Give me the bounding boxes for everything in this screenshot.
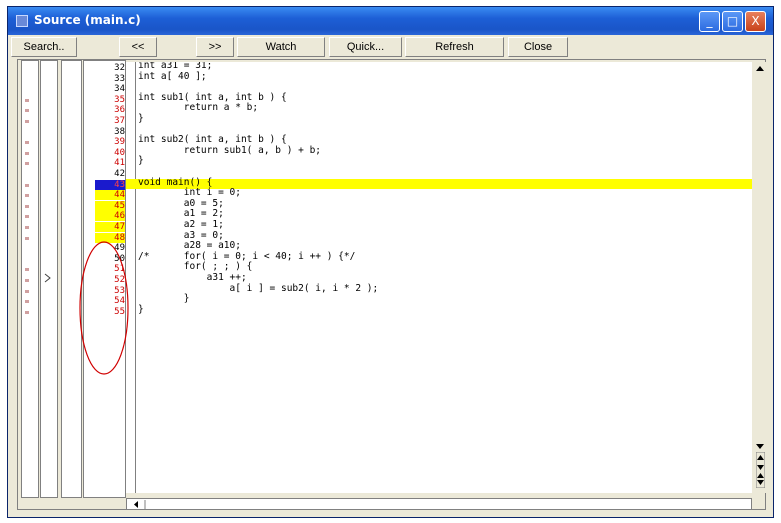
line-marker-icon: [25, 162, 29, 166]
line-marker-icon: [25, 279, 29, 282]
line-number: 47: [95, 222, 125, 232]
line-marker-icon: [25, 194, 29, 198]
line-number: 32: [114, 63, 125, 73]
event-marker-column[interactable]: [21, 60, 39, 498]
line-marker-icon: [25, 204, 29, 208]
line-marker-icon: [25, 226, 29, 229]
source-line[interactable]: int a[ 40 ];: [126, 70, 752, 83]
scroll-left-icon[interactable]: [131, 500, 147, 509]
line-number: 45: [95, 200, 125, 211]
close-window-button[interactable]: X: [745, 11, 766, 32]
refresh-button[interactable]: Refresh: [405, 37, 504, 57]
source-line[interactable]: }: [126, 293, 752, 305]
source-window: Source (main.c) _ □ X Search.. << >> Wat…: [7, 6, 774, 518]
line-number: 33: [114, 73, 125, 84]
line-number: 44: [95, 190, 125, 201]
line-marker-icon: [25, 151, 29, 155]
line-marker-icon: [25, 120, 29, 123]
window-icon: [16, 15, 28, 27]
title-bar[interactable]: Source (main.c) _ □ X: [8, 7, 773, 35]
scroll-up-icon[interactable]: [755, 65, 765, 73]
code-pane[interactable]: int a31 = 31; int a[ 40 ]; int sub1( int a…: [126, 62, 752, 493]
source-line[interactable]: a[ i ] = sub2( i, i * 2 );: [126, 283, 752, 295]
line-marker-icon: [25, 236, 29, 240]
callout-ellipse: [79, 241, 129, 375]
prev-button[interactable]: <<: [119, 37, 157, 57]
quick-button[interactable]: Quick...: [329, 37, 402, 57]
line-number: 37: [114, 116, 125, 126]
source-line[interactable]: }: [126, 113, 752, 125]
line-marker-icon: [25, 300, 29, 304]
toolbar: Search.. << >> Watch Quick... Refresh Cl…: [11, 37, 771, 59]
line-marker-icon: [25, 268, 29, 272]
source-line-code: int a[ 40 ];: [138, 70, 207, 82]
line-number: 39: [114, 137, 125, 148]
next-button[interactable]: >>: [196, 37, 234, 57]
source-line[interactable]: int a31 = 31;: [126, 62, 752, 72]
line-marker-icon: [25, 215, 29, 219]
window-title: Source (main.c): [34, 13, 141, 27]
line-marker-icon: [25, 310, 29, 314]
horizontal-scrollbar[interactable]: [126, 498, 752, 510]
line-marker-icon: [25, 109, 29, 113]
line-marker-icon: [25, 183, 29, 187]
source-line-code: }: [138, 293, 190, 305]
source-line[interactable]: }: [126, 303, 752, 316]
vertical-scrollbar[interactable]: [753, 62, 767, 493]
line-marker-icon: [25, 141, 29, 145]
source-line-code: return a * b;: [138, 102, 259, 114]
line-number: 46: [95, 211, 125, 222]
maximize-button[interactable]: □: [722, 11, 743, 32]
source-line-code: }: [138, 155, 144, 167]
source-line[interactable]: [126, 168, 752, 178]
line-number: 40: [114, 147, 125, 158]
source-line-code: }: [138, 113, 144, 124]
line-number: 35: [114, 94, 125, 105]
source-view: 32 33 34 35 36 37 38 39 40 41 42 43 44 45 46 47 48 49 50 51…: [17, 59, 767, 510]
source-line-code: }: [138, 303, 144, 315]
search-button[interactable]: Search..: [11, 37, 77, 57]
source-line[interactable]: return a * b;: [126, 102, 752, 114]
minimize-button[interactable]: _: [699, 11, 720, 32]
line-number: 38: [114, 126, 125, 137]
source-line[interactable]: return sub1( a, b ) + b;: [126, 144, 752, 157]
line-number: 41: [114, 158, 125, 169]
pc-arrow-icon: [44, 273, 51, 283]
line-marker-icon: [25, 289, 29, 293]
line-marker-icon: [25, 98, 29, 102]
source-line-code: return sub1( a, b ) + b;: [138, 144, 322, 156]
source-line[interactable]: }: [126, 155, 752, 167]
scroll-down-icon[interactable]: [755, 442, 765, 450]
scroll-thumb-icon[interactable]: [756, 452, 765, 488]
watch-button[interactable]: Watch: [237, 37, 325, 57]
line-number: 36: [114, 105, 125, 116]
pc-marker-column[interactable]: [40, 60, 58, 498]
line-number: 42: [114, 169, 125, 179]
line-number: 34: [114, 84, 125, 95]
close-button[interactable]: Close: [508, 37, 568, 57]
line-number: 43: [95, 179, 125, 190]
